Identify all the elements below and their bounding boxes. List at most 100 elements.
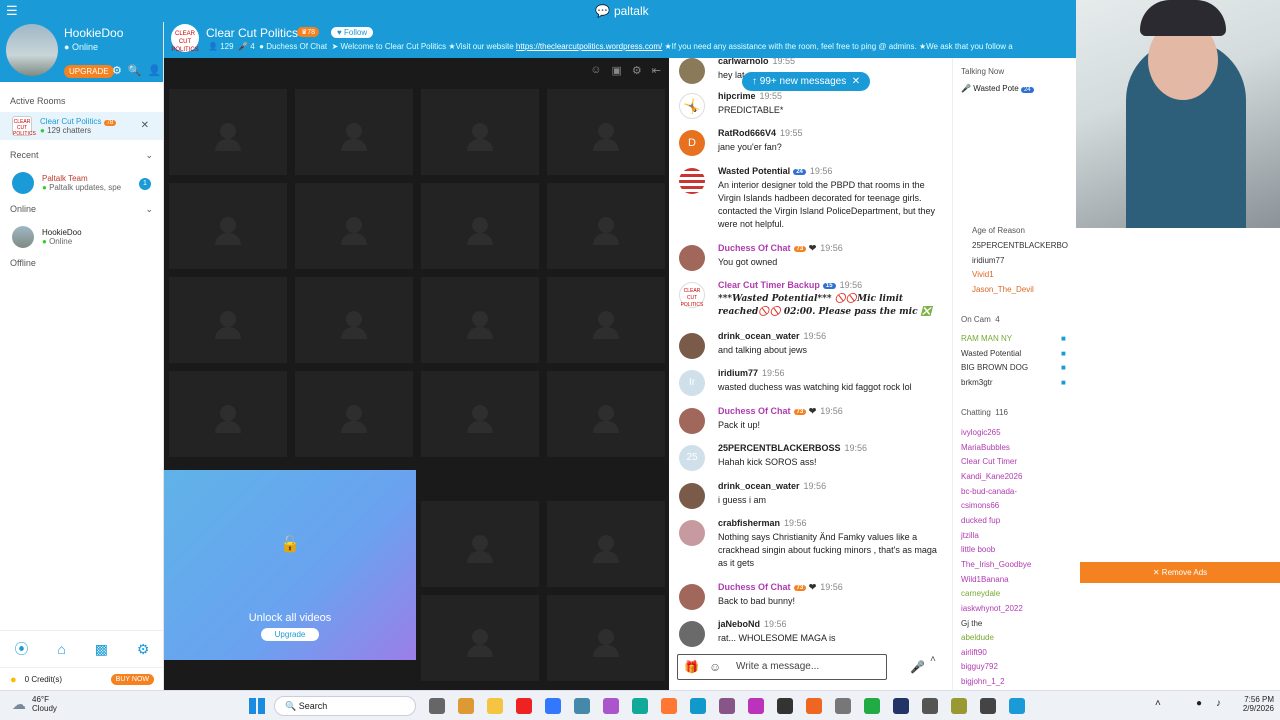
online-user-item[interactable]: HookieDoo ● Online [0, 220, 163, 254]
message-author[interactable]: 25PERCENTBLACKERBOSS 19:56 [718, 443, 867, 453]
message-author[interactable]: drink_ocean_water 19:56 [718, 481, 826, 491]
gear-icon[interactable]: ⚙ [112, 64, 122, 77]
home-icon[interactable]: ⌂ [57, 641, 65, 657]
message-author[interactable]: Duchess Of Chat 73 ❤ 19:56 [718, 243, 843, 254]
message-author[interactable]: RatRod666V4 19:55 [718, 128, 803, 138]
file-explorer-icon[interactable] [487, 698, 503, 714]
chat-user[interactable]: Clear Cut Timer [961, 457, 1017, 466]
video-slot[interactable] [546, 500, 666, 588]
webcam-preview[interactable] [1076, 0, 1280, 228]
leaderboard-icon[interactable]: ▩ [95, 641, 108, 658]
video-slot[interactable] [420, 182, 540, 270]
cam-user[interactable]: Wasted Potential [961, 349, 1021, 358]
app-icon[interactable] [748, 698, 764, 714]
message-author[interactable]: carlwarnolo 19:55 [718, 58, 795, 66]
chat-user[interactable]: iaskwhynot_2022 [961, 604, 1023, 613]
cam-user[interactable]: brkm3gtr [961, 378, 993, 387]
wifi-icon[interactable]: ● [1196, 698, 1202, 709]
new-messages-button[interactable]: ↑ 99+ new messages ✕ [742, 72, 871, 91]
talking-user[interactable]: 🎤 Wasted Pote 24 [961, 84, 1034, 93]
video-slot[interactable] [294, 182, 414, 270]
video-slot[interactable] [546, 276, 666, 364]
user-item[interactable]: Vivid1 [972, 270, 994, 279]
active-room-item[interactable]: CLEAR CUT POLITICS Clear Cut Politics 78… [0, 112, 163, 140]
app-icon[interactable] [864, 698, 880, 714]
avatar[interactable] [6, 24, 58, 76]
chevron-down-icon[interactable]: ⌄ [145, 204, 153, 216]
user-item[interactable]: Jason_The_Devil [972, 285, 1034, 294]
video-slot[interactable] [168, 370, 288, 458]
video-slot[interactable] [420, 370, 540, 458]
gear-icon[interactable]: ⚙ [632, 64, 642, 77]
chat-user[interactable]: bigjohn_1_2 [961, 677, 1005, 686]
upgrade-videos-button[interactable]: Upgrade [260, 628, 320, 641]
users-icon[interactable]: ☺ [590, 64, 601, 77]
upgrade-button[interactable]: UPGRADE [64, 65, 114, 78]
app-icon[interactable] [777, 698, 793, 714]
camera-off-icon[interactable]: ▣ [612, 64, 622, 77]
windows-start-icon[interactable] [249, 698, 265, 714]
paltalk-taskbar-icon[interactable] [1009, 698, 1025, 714]
chat-user[interactable]: abeldude [961, 633, 994, 642]
message-author[interactable]: drink_ocean_water 19:56 [718, 331, 826, 341]
online-header[interactable]: Online ⌄ [0, 200, 163, 220]
collapse-icon[interactable]: ⇤ [652, 64, 661, 77]
mic-button-icon[interactable]: 🎤 [910, 660, 925, 674]
chat-user[interactable]: airlift90 [961, 648, 987, 657]
chat-user[interactable]: jtzilla [961, 531, 979, 540]
app-icon[interactable] [690, 698, 706, 714]
chat-user[interactable]: bc-bud-canada- [961, 487, 1017, 496]
chrome-icon[interactable] [458, 698, 474, 714]
task-view-icon[interactable] [429, 698, 445, 714]
chat-user[interactable]: bigguy792 [961, 662, 998, 671]
video-slot[interactable] [168, 182, 288, 270]
message-author[interactable]: Duchess Of Chat 73 ❤ 19:56 [718, 406, 843, 417]
video-slot[interactable] [420, 276, 540, 364]
video-slot[interactable] [546, 88, 666, 176]
chat-user[interactable]: Kandi_Kane2026 [961, 472, 1022, 481]
settings-icon[interactable]: ⚙ [137, 641, 150, 658]
search-icon[interactable]: 🔍 [128, 64, 142, 77]
app-icon[interactable] [980, 698, 996, 714]
chat-user[interactable]: ivylogic265 [961, 428, 1001, 437]
message-author[interactable]: Clear Cut Timer Backup 15 19:56 [718, 280, 862, 290]
message-author[interactable]: hipcrime 19:55 [718, 91, 782, 101]
chevron-up-icon[interactable]: ˄ [930, 654, 936, 665]
chat-user[interactable]: Gj the [961, 619, 982, 628]
video-slot[interactable] [420, 500, 540, 588]
copilot-icon[interactable] [603, 698, 619, 714]
store-icon[interactable] [574, 698, 590, 714]
youtube-icon[interactable] [516, 698, 532, 714]
tray-chevron-icon[interactable]: ˄ [1155, 698, 1161, 709]
video-slot[interactable] [168, 88, 288, 176]
video-slot[interactable] [546, 594, 666, 682]
app-icon[interactable] [806, 698, 822, 714]
message-author[interactable]: jaNeboNd 19:56 [718, 619, 787, 629]
user-item[interactable]: 25PERCENTBLACKERBO [972, 241, 1068, 250]
chevron-down-icon[interactable]: ⌄ [145, 150, 153, 162]
cam-user[interactable]: RAM MAN NY [961, 334, 1012, 343]
chat-user[interactable]: MariaBubbles [961, 443, 1010, 452]
recent-item[interactable]: Paltalk Team ● Paltalk updates, spe 1 [0, 166, 163, 200]
room-link[interactable]: https://theclearcutpolitics.wordpress.co… [516, 42, 662, 51]
chat-user[interactable]: carneydale [961, 589, 1000, 598]
recent-header[interactable]: Recent ⌄ [0, 146, 163, 166]
chat-user[interactable]: Wild1Banana [961, 575, 1009, 584]
chat-user[interactable]: The_Irish_Goodbye [961, 560, 1031, 569]
video-slot[interactable] [546, 182, 666, 270]
app-icon[interactable] [922, 698, 938, 714]
hamburger-icon[interactable]: ☰ [6, 3, 18, 19]
message-author[interactable]: crabfisherman 19:56 [718, 518, 807, 528]
add-user-icon[interactable]: 👤 [148, 64, 162, 77]
message-author[interactable]: iridium77 19:56 [718, 368, 785, 378]
messenger-icon[interactable] [545, 698, 561, 714]
taskbar-search[interactable]: 🔍 Search [274, 696, 416, 716]
edge-icon[interactable] [632, 698, 648, 714]
firefox-icon[interactable] [661, 698, 677, 714]
user-item[interactable]: iridium77 [972, 256, 1004, 265]
remove-ads-button[interactable]: ✕ Remove Ads [1080, 562, 1280, 583]
message-author[interactable]: Duchess Of Chat 73 ❤ 19:56 [718, 582, 843, 593]
chat-user[interactable]: little boob [961, 545, 995, 554]
video-slot[interactable] [546, 370, 666, 458]
chat-user[interactable]: ducked fup [961, 516, 1000, 525]
